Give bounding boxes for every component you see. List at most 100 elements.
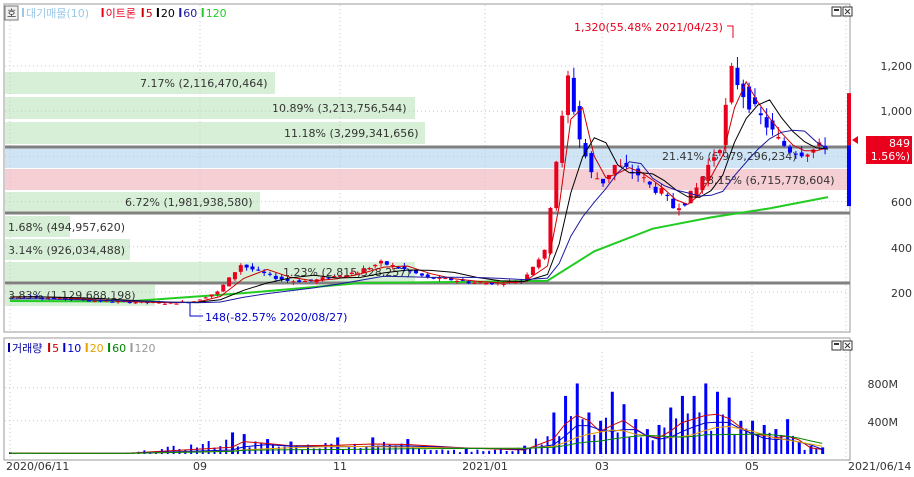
- candle-body: [758, 113, 763, 116]
- stock-chart-window: 7.17% (2,116,470,464) 10.89% (3,213,756,5…: [0, 0, 914, 473]
- volume-bar: [751, 420, 755, 454]
- volume-bar: [616, 432, 619, 454]
- candle-body: [712, 157, 717, 161]
- candle-body: [612, 164, 617, 174]
- candle-body: [268, 273, 273, 275]
- candle-body: [419, 273, 424, 276]
- candle-body: [659, 188, 664, 194]
- volume-bar: [587, 412, 591, 454]
- volume-bar: [505, 451, 508, 454]
- candle-body: [565, 75, 570, 115]
- candle-body: [197, 299, 202, 301]
- candle-body: [443, 277, 448, 279]
- volume-bar: [324, 442, 327, 454]
- volume-bar: [756, 434, 759, 454]
- volume-bar: [680, 395, 684, 454]
- legend-item[interactable]: 5: [146, 7, 153, 20]
- resistance-label: 28.15% (6,715,778,604): [700, 174, 835, 187]
- candle-body: [653, 186, 658, 193]
- candle-body: [215, 291, 220, 295]
- candle-body: [338, 275, 343, 277]
- candle-body: [671, 198, 676, 209]
- resistance-label: 10.89% (3,213,756,544): [272, 102, 407, 115]
- resistance-label: 6.72% (1,981,938,580): [125, 196, 253, 209]
- volume-bar: [640, 437, 643, 454]
- volume-bar: [733, 434, 736, 454]
- candle-body: [110, 301, 115, 303]
- price-axis-label: 1,200: [881, 60, 913, 73]
- legend-item[interactable]: 120: [206, 7, 227, 20]
- candle-body: [379, 260, 384, 264]
- legend-item[interactable]: 10: [67, 342, 81, 355]
- volume-bar: [482, 451, 485, 454]
- legend-item[interactable]: 대기매물(10): [26, 7, 89, 20]
- candle-body: [542, 249, 547, 259]
- legend-item[interactable]: 거래량: [12, 342, 42, 355]
- candle-body: [735, 67, 740, 86]
- volume-bar: [780, 434, 783, 454]
- candle-body: [454, 280, 459, 282]
- volume-panel-maximize-button[interactable]: [831, 340, 842, 351]
- legend-swatch: [130, 343, 133, 352]
- legend-swatch: [141, 8, 144, 17]
- price-panel-maximize-button[interactable]: [831, 6, 842, 17]
- legend-item[interactable]: 60: [112, 342, 126, 355]
- candle-body: [425, 274, 430, 277]
- x-axis-label: 2020/06/11: [6, 460, 69, 473]
- legend-item[interactable]: 이트론: [106, 7, 136, 20]
- legend-swatch: [156, 8, 159, 17]
- candle-body: [752, 97, 757, 105]
- volume-bar: [464, 449, 468, 454]
- volume-bar: [727, 397, 731, 454]
- candle-body: [262, 271, 267, 274]
- candle-body: [847, 93, 851, 146]
- volume-bar: [599, 420, 603, 454]
- candle-body: [367, 268, 372, 270]
- volume-bar: [715, 391, 719, 454]
- legend-swatch: [85, 343, 88, 352]
- x-axis-label: 2021/06/14: [848, 460, 911, 473]
- volume-bar: [493, 449, 496, 454]
- low-annotation: 148(-82.57% 2020/08/27): [205, 311, 347, 324]
- volume-bar: [347, 447, 350, 454]
- candle-body: [647, 181, 652, 185]
- price-axis-label: 600: [891, 196, 912, 209]
- candle-body: [162, 303, 167, 305]
- volume-bar: [529, 448, 532, 454]
- candle-body: [554, 161, 559, 209]
- volume-bar: [604, 417, 607, 454]
- candle-body: [472, 282, 477, 284]
- volume-axis-label: 800M: [868, 378, 899, 391]
- candle-body: [677, 208, 682, 211]
- legend-swatch: [22, 8, 24, 17]
- candle-body: [244, 264, 249, 268]
- volume-bar: [476, 449, 479, 454]
- price-axis-label: 1,000: [881, 105, 913, 118]
- candle-body: [384, 261, 389, 265]
- volume-bar: [815, 448, 818, 454]
- volume-bar: [435, 450, 438, 454]
- volume-bar: [423, 449, 426, 454]
- legend-item[interactable]: 20: [90, 342, 104, 355]
- volume-bar: [441, 449, 444, 454]
- legend-swatch: [8, 343, 10, 352]
- volume-axis-label: 400M: [868, 416, 899, 429]
- candle-body: [227, 277, 232, 287]
- volume-bar: [546, 436, 549, 454]
- chart-type-icon-label: 호: [7, 8, 16, 20]
- volume-bar: [429, 450, 432, 454]
- candle-body: [232, 272, 237, 280]
- candle-body: [373, 264, 378, 267]
- volume-bar: [447, 450, 450, 454]
- volume-bar: [803, 449, 806, 454]
- legend-item[interactable]: 120: [135, 342, 156, 355]
- legend-item[interactable]: 60: [183, 7, 197, 20]
- candle-body: [349, 272, 354, 275]
- resistance-label: 7.17% (2,116,470,464): [140, 77, 268, 90]
- candle-body: [530, 266, 535, 276]
- legend-item[interactable]: 20: [161, 7, 175, 20]
- candle-body: [133, 302, 138, 304]
- legend-item[interactable]: 5: [52, 342, 59, 355]
- candle-body: [501, 284, 506, 286]
- price-axis-label: 200: [891, 287, 912, 300]
